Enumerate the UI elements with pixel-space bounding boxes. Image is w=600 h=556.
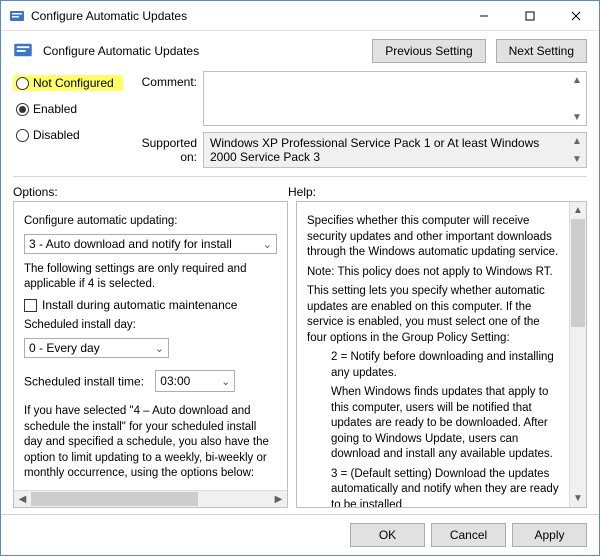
checkbox-label: Install during automatic maintenance [42,298,237,312]
scroll-up-icon[interactable]: ▲ [570,202,586,219]
dropdown-value: 03:00 [160,373,190,389]
panels: Configure automatic updating: 3 - Auto d… [1,201,599,514]
supported-on-field: Windows XP Professional Service Pack 1 o… [203,132,587,168]
configure-updating-dropdown[interactable]: 3 - Auto download and notify for install [24,234,277,254]
field-column: ▲ ▼ Windows XP Professional Service Pack… [203,71,587,168]
titlebar: Configure Automatic Updates [1,1,599,31]
configure-updating-label: Configure automatic updating: [24,214,277,230]
radio-icon [16,103,29,116]
radio-icon [16,129,29,142]
dropdown-value: 3 - Auto download and notify for install [29,237,232,251]
help-text: Note: This policy does not apply to Wind… [307,265,559,281]
chevron-down-icon [155,341,164,355]
chevron-down-icon [221,373,230,390]
supported-on-text: Windows XP Professional Service Pack 1 o… [210,136,580,164]
header-row: Configure Automatic Updates Previous Set… [1,31,599,71]
page-title: Configure Automatic Updates [43,44,362,58]
next-setting-button[interactable]: Next Setting [496,39,587,63]
options-note: The following settings are only required… [24,262,277,293]
scroll-up-icon[interactable]: ▲ [569,73,585,87]
scroll-up-icon[interactable]: ▲ [569,134,585,148]
scheduled-time-dropdown[interactable]: 03:00 [155,370,235,393]
header-icon [13,40,33,63]
options-label: Options: [13,185,288,199]
radio-enabled[interactable]: Enabled [13,101,123,117]
checkbox-icon [24,299,37,312]
window: Configure Automatic Updates Configure Au… [0,0,600,556]
scroll-down-icon[interactable]: ▼ [570,490,586,507]
help-text: 2 = Notify before downloading and instal… [307,350,559,381]
scrollbar-thumb[interactable] [571,219,585,327]
previous-setting-button[interactable]: Previous Setting [372,39,485,63]
label-column: Comment: Supported on: [123,71,203,168]
supported-on-label: Supported on: [123,136,203,164]
scheduled-day-label: Scheduled install day: [24,318,277,334]
vertical-scrollbar[interactable]: ▲ ▼ [569,202,586,507]
config-area: Not Configured Enabled Disabled Comment:… [1,71,599,176]
help-body: Specifies whether this computer will rec… [297,202,569,507]
app-icon [9,8,25,24]
scroll-right-icon[interactable]: ▶ [270,491,287,507]
radio-icon [16,77,29,90]
dropdown-value: 0 - Every day [29,341,100,355]
help-text: Specifies whether this computer will rec… [307,214,559,261]
footer: OK Cancel Apply [1,514,599,555]
radio-label: Disabled [33,128,80,142]
apply-button[interactable]: Apply [512,523,587,547]
scrollbar-track[interactable] [31,491,270,507]
scheduled-time-row: Scheduled install time: 03:00 [24,366,277,401]
install-maintenance-checkbox[interactable]: Install during automatic maintenance [24,297,277,315]
window-title: Configure Automatic Updates [31,9,461,23]
close-button[interactable] [553,1,599,31]
radio-label: Enabled [33,102,77,116]
options-body: Configure automatic updating: 3 - Auto d… [14,202,287,490]
comment-textarea[interactable]: ▲ ▼ [203,71,587,126]
help-text: When Windows finds updates that apply to… [307,385,559,463]
scroll-left-icon[interactable]: ◀ [14,491,31,507]
ok-button[interactable]: OK [350,523,425,547]
maximize-button[interactable] [507,1,553,31]
horizontal-scrollbar[interactable]: ◀ ▶ [14,490,287,507]
comment-label: Comment: [123,75,203,89]
radio-column: Not Configured Enabled Disabled [13,71,123,168]
radio-not-configured[interactable]: Not Configured [13,75,123,91]
scrollbar-thumb[interactable] [31,492,198,506]
scrollbar-track[interactable] [570,219,586,490]
help-text: This setting lets you specify whether au… [307,284,559,346]
scroll-down-icon[interactable]: ▼ [569,152,585,166]
help-text: 3 = (Default setting) Download the updat… [307,467,559,507]
scheduled-time-label: Scheduled install time: [24,374,144,388]
radio-label: Not Configured [33,76,114,90]
scroll-down-icon[interactable]: ▼ [569,110,585,124]
help-panel: Specifies whether this computer will rec… [296,201,587,508]
help-label: Help: [288,185,316,199]
radio-disabled[interactable]: Disabled [13,127,123,143]
panels-header: Options: Help: [1,181,599,201]
options-footnote: If you have selected "4 – Auto download … [24,404,277,482]
minimize-button[interactable] [461,1,507,31]
scheduled-day-dropdown[interactable]: 0 - Every day [24,338,169,358]
cancel-button[interactable]: Cancel [431,523,506,547]
options-panel: Configure automatic updating: 3 - Auto d… [13,201,288,508]
separator [13,176,587,177]
chevron-down-icon [263,237,272,251]
